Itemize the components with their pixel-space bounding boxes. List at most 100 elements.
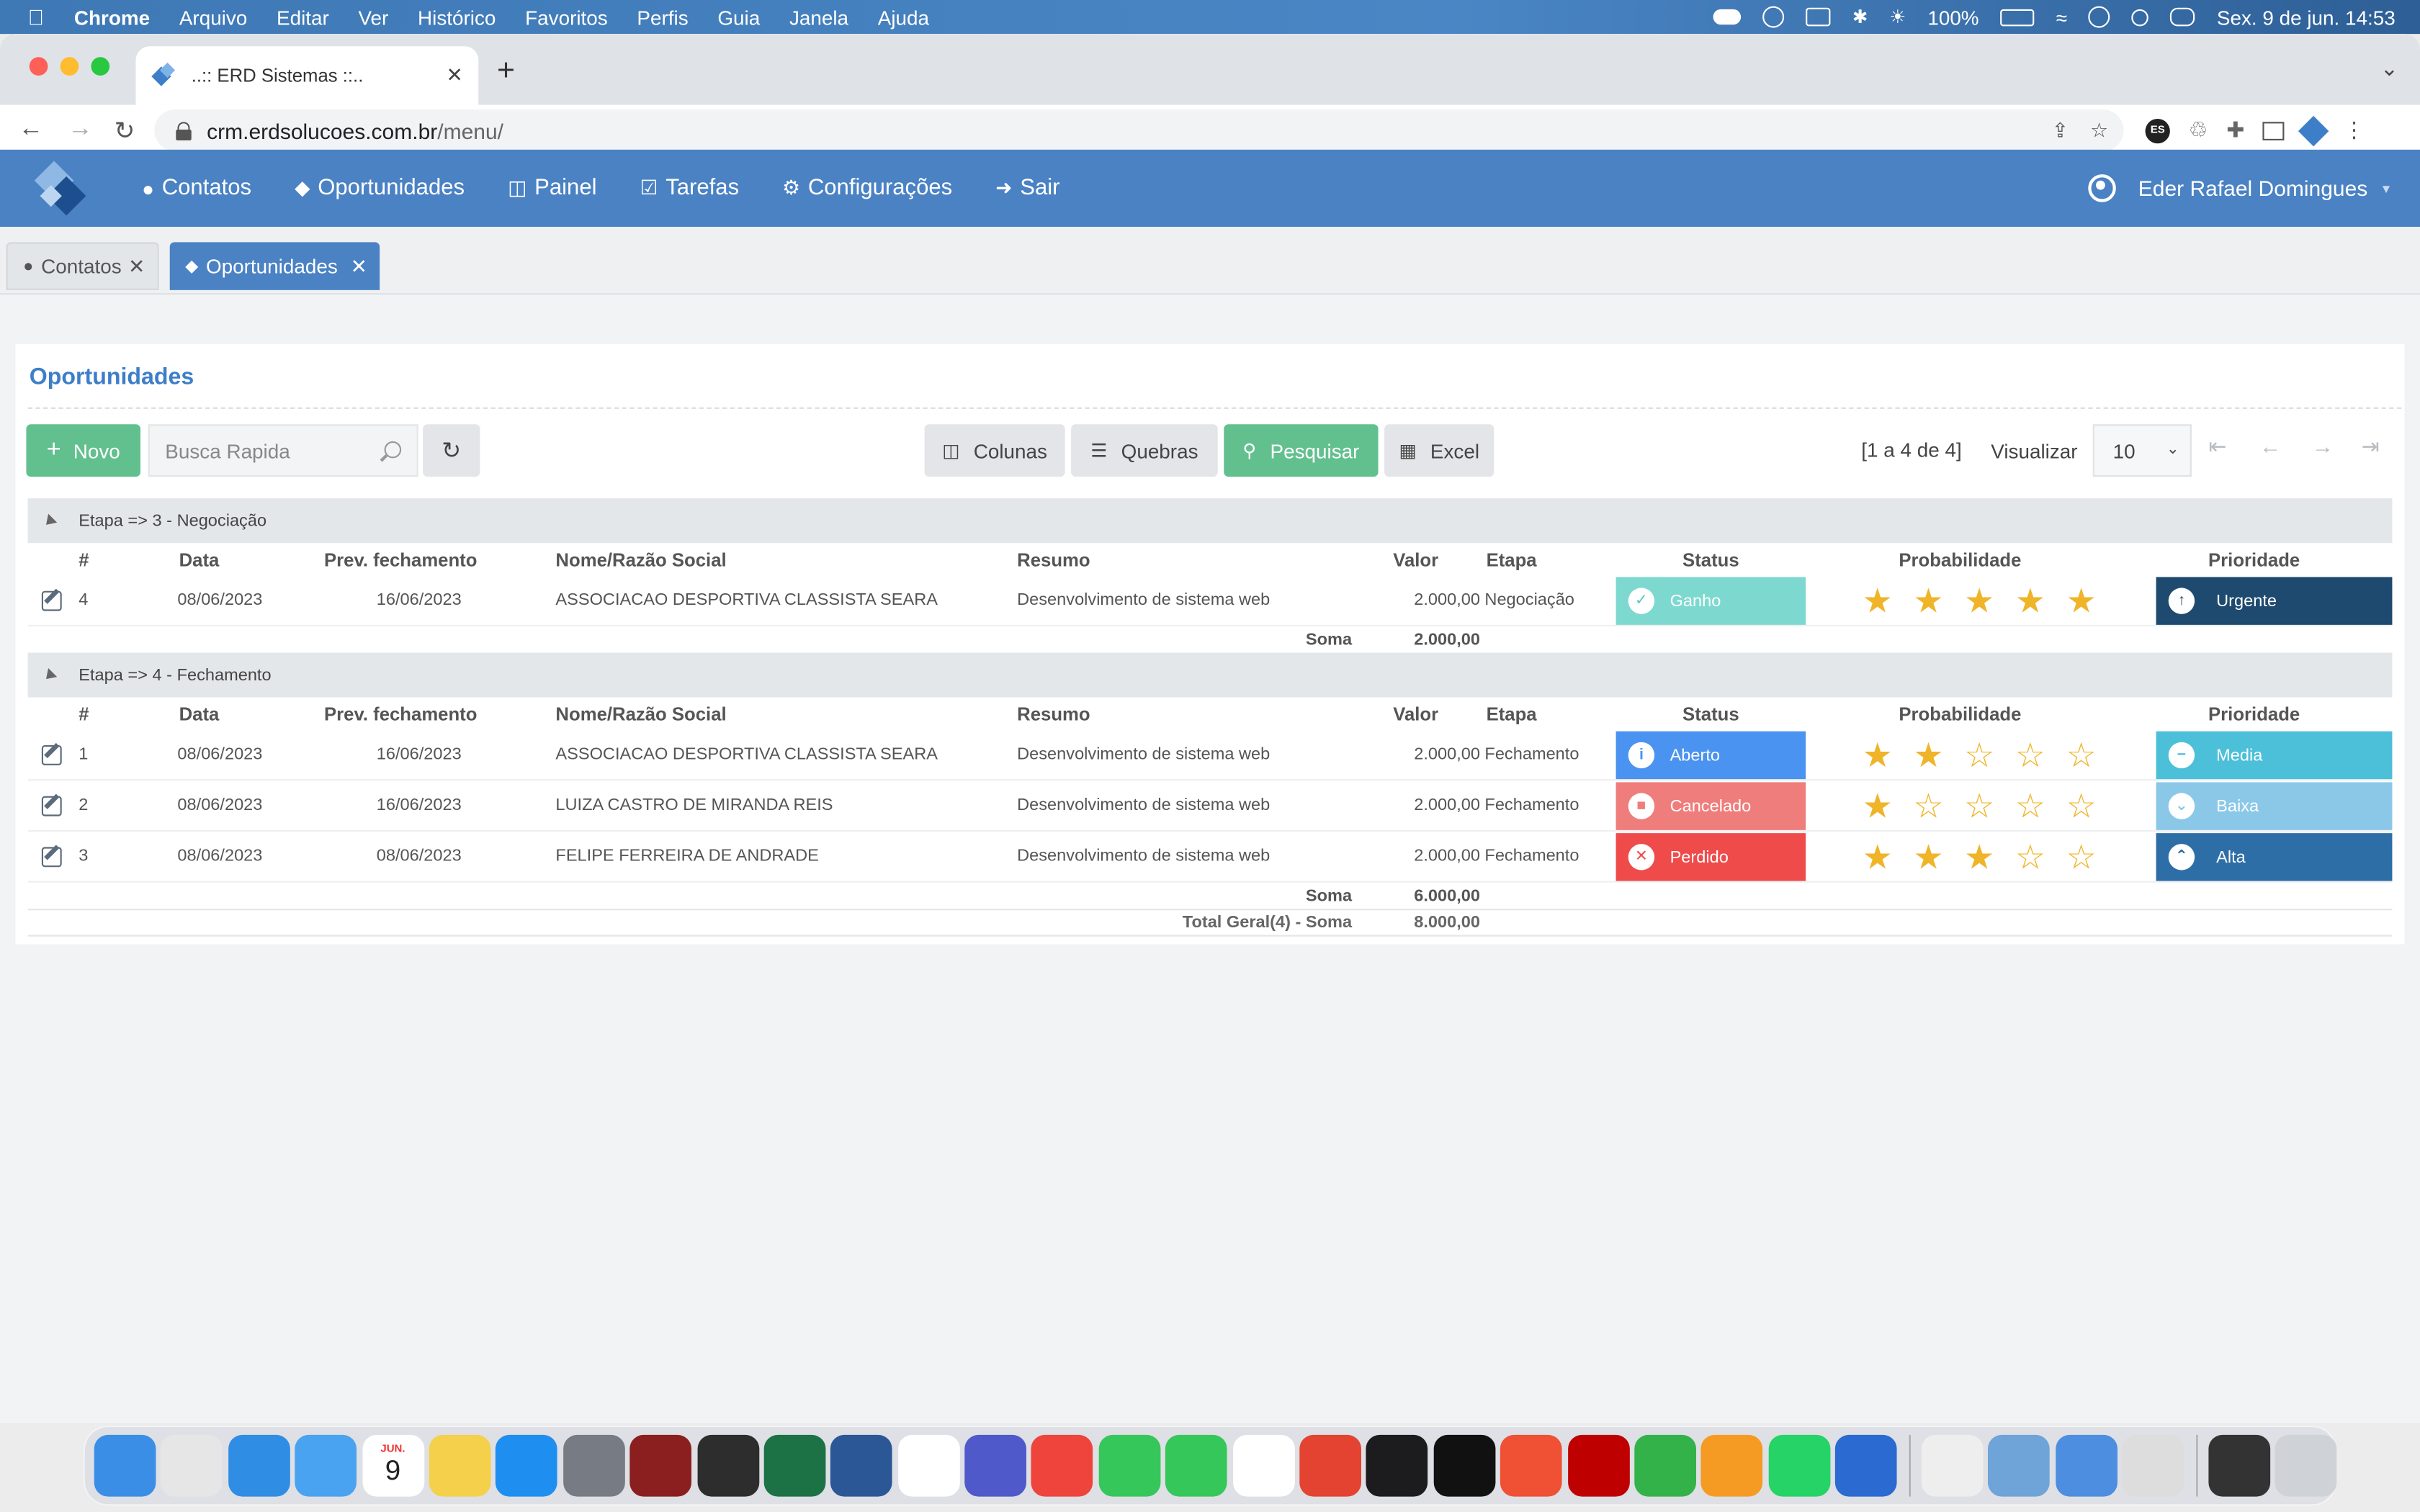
reload-icon[interactable]: ↻	[115, 116, 135, 147]
dock-git-icon[interactable]	[1500, 1434, 1563, 1497]
menu-editar[interactable]: Editar	[277, 6, 329, 29]
dock-launchpad-icon[interactable]	[161, 1434, 223, 1497]
dock-terminal-icon[interactable]	[2208, 1434, 2270, 1497]
dock-chrome-icon[interactable]	[897, 1434, 960, 1497]
chrome-menu-icon[interactable]: ⋮	[2343, 117, 2365, 143]
screen-mirroring-icon[interactable]	[1806, 7, 1831, 27]
dock-numbers-icon[interactable]	[1634, 1434, 1696, 1497]
edit-icon[interactable]	[41, 846, 62, 867]
star-empty-icon[interactable]: ☆	[2014, 738, 2046, 772]
last-page-icon[interactable]: ⇥	[2362, 433, 2380, 459]
menu-janela[interactable]: Janela	[789, 6, 848, 29]
control-center-icon[interactable]	[2170, 7, 2195, 27]
novo-button[interactable]: + Novo	[26, 424, 140, 477]
dock-notes-icon[interactable]	[429, 1434, 491, 1497]
dock-sublime-text-icon[interactable]	[696, 1434, 759, 1497]
status-badge[interactable]: ■ Cancelado	[1615, 782, 1806, 830]
star-filled-icon[interactable]: ★	[1963, 584, 1996, 618]
edit-icon[interactable]	[41, 590, 62, 611]
probability-stars[interactable]: ★ ☆ ☆ ☆ ☆	[1861, 789, 2097, 823]
star-empty-icon[interactable]: ☆	[1963, 789, 1996, 823]
colunas-button[interactable]: ◫ Colunas	[924, 424, 1065, 477]
menu-guia[interactable]: Guia	[717, 6, 760, 29]
close-tab-oportunidades-icon[interactable]: ✕	[351, 254, 367, 279]
dock-calendar-icon[interactable]: JUN. 9	[362, 1434, 424, 1497]
zoom-window-button[interactable]	[91, 57, 110, 76]
spotlight-icon[interactable]	[2132, 8, 2149, 26]
new-tab-button[interactable]: +	[497, 54, 515, 89]
star-filled-icon[interactable]: ★	[2065, 584, 2097, 618]
dock-photos-icon[interactable]	[1232, 1434, 1295, 1497]
nav-oportunidades[interactable]: ◆ Oportunidades	[295, 176, 465, 200]
dock-finder-icon[interactable]	[94, 1434, 156, 1497]
menu-ajuda[interactable]: Ajuda	[878, 6, 929, 29]
forward-arrow-icon[interactable]: →	[68, 116, 92, 144]
dock-pages-icon[interactable]	[1701, 1434, 1763, 1497]
dock-excel-icon[interactable]	[763, 1434, 826, 1497]
menu-perfis[interactable]: Perfis	[637, 6, 688, 29]
star-filled-icon[interactable]: ★	[1912, 840, 1945, 874]
dock-anydesk-icon[interactable]	[1031, 1434, 1094, 1497]
dock-apple-tv-icon[interactable]	[1433, 1434, 1496, 1497]
star-filled-icon[interactable]: ★	[2014, 584, 2046, 618]
dock-sap-icon[interactable]	[1835, 1434, 1897, 1497]
dock-system-preferences-icon[interactable]	[563, 1434, 625, 1497]
status-badge[interactable]: ✓ Ganho	[1615, 577, 1806, 625]
star-empty-icon[interactable]: ☆	[2065, 840, 2097, 874]
priority-badge[interactable]: − Media	[2156, 731, 2393, 780]
group-header[interactable]: Etapa => 4 - Fechamento	[27, 652, 2393, 698]
extension-recycle-icon[interactable]: ♲	[2189, 117, 2208, 143]
address-bar[interactable]: crm.erdsolucoes.com.br/menu/ ⇪ ☆	[154, 109, 2124, 151]
page-size-select[interactable]: 10 ⌄	[2092, 424, 2192, 477]
edit-icon[interactable]	[41, 795, 62, 816]
dock-teams-icon[interactable]	[964, 1434, 1027, 1497]
wifi-icon[interactable]: ≈	[2056, 6, 2067, 29]
pesquisar-button[interactable]: ⚲ Pesquisar	[1224, 424, 1379, 477]
collapse-triangle-icon[interactable]	[41, 667, 58, 683]
lock-icon[interactable]	[176, 121, 192, 140]
airdrop-icon[interactable]	[1762, 6, 1785, 28]
star-filled-icon[interactable]: ★	[1861, 584, 1894, 618]
star-filled-icon[interactable]: ★	[1912, 584, 1945, 618]
menu-historico[interactable]: Histórico	[418, 6, 496, 29]
user-menu[interactable]: Eder Rafael Domingues ▼	[2089, 150, 2392, 227]
side-panel-icon[interactable]	[2263, 121, 2285, 140]
dock-todoist-icon[interactable]	[1299, 1434, 1362, 1497]
probability-stars[interactable]: ★ ★ ★ ☆ ☆	[1861, 840, 2097, 874]
star-empty-icon[interactable]: ☆	[2065, 789, 2097, 823]
browser-tab[interactable]: ..:: ERD Sistemas ::.. ✕	[135, 46, 479, 105]
extension-es-icon[interactable]: ES	[2145, 117, 2170, 143]
menu-app-name[interactable]: Chrome	[74, 6, 150, 29]
probability-stars[interactable]: ★ ★ ☆ ☆ ☆	[1861, 738, 2097, 772]
menu-arquivo[interactable]: Arquivo	[179, 6, 247, 29]
next-page-icon[interactable]: →	[2312, 433, 2334, 458]
edit-icon[interactable]	[41, 744, 62, 765]
nav-contatos[interactable]: ● Contatos	[142, 176, 251, 200]
status-badge[interactable]: i Aberto	[1615, 731, 1806, 780]
dock-mail-icon[interactable]	[295, 1434, 357, 1497]
bluetooth-icon[interactable]: ✱	[1852, 6, 1868, 28]
close-tab-contatos-icon[interactable]: ✕	[128, 254, 145, 279]
dock-screenshot-icon[interactable]	[1988, 1434, 2051, 1497]
table-row[interactable]: 2 08/06/2023 16/06/2023 LUIZA CASTRO DE MIR…	[27, 780, 2393, 832]
dock-app-store-icon[interactable]	[496, 1434, 558, 1497]
dock-trash-icon[interactable]	[2275, 1434, 2337, 1497]
priority-badge[interactable]: ⌃ Alta	[2156, 833, 2393, 881]
status-badge[interactable]: ✕ Perdido	[1615, 833, 1806, 881]
dock-word-icon[interactable]	[830, 1434, 893, 1497]
user-switch-icon[interactable]	[2089, 6, 2111, 28]
priority-badge[interactable]: ⌄ Baixa	[2156, 782, 2393, 830]
quick-search-input[interactable]	[149, 438, 366, 462]
brightness-icon[interactable]: ☀	[1889, 6, 1906, 28]
table-row[interactable]: 3 08/06/2023 08/06/2023 FELIPE FERREIRA DE …	[27, 832, 2393, 883]
group-header[interactable]: Etapa => 3 - Negociação	[27, 498, 2393, 544]
priority-badge[interactable]: ↑ Urgente	[2156, 577, 2393, 625]
dock-photo-booth-icon[interactable]	[629, 1434, 692, 1497]
minimize-window-button[interactable]	[60, 57, 79, 76]
star-filled-icon[interactable]: ★	[1861, 840, 1894, 874]
star-filled-icon[interactable]: ★	[1861, 738, 1894, 772]
table-row[interactable]: 4 08/06/2023 16/06/2023 ASSOCIACAO DESPORTI…	[27, 575, 2393, 626]
dock-safari-icon[interactable]	[228, 1434, 290, 1497]
menu-favoritos[interactable]: Favoritos	[525, 6, 608, 29]
bookmark-star-icon[interactable]: ☆	[2090, 118, 2108, 143]
